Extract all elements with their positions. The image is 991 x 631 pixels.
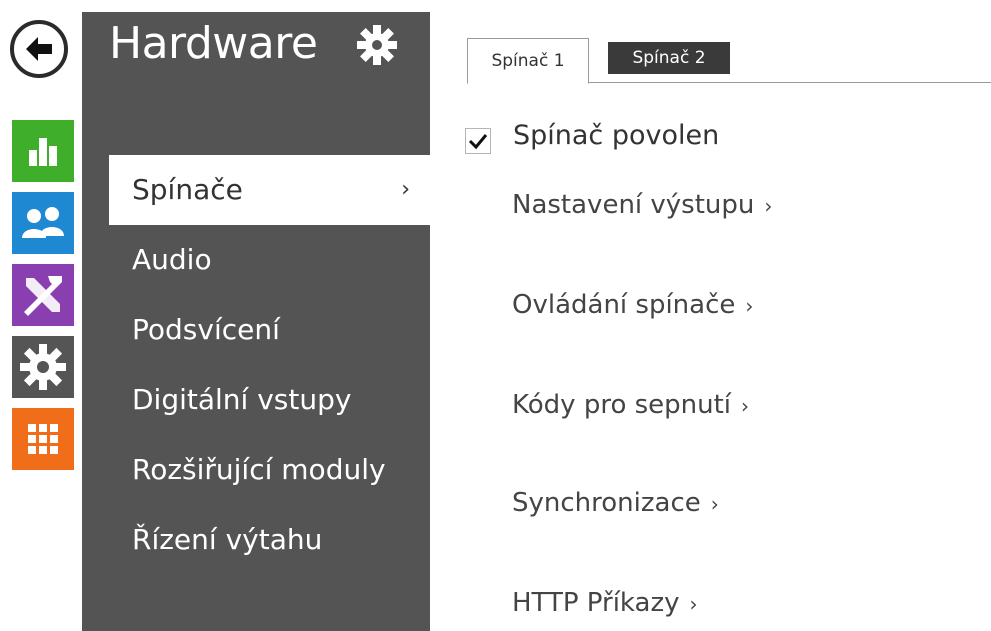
link-ovladani-spinace[interactable]: Ovládání spínače › [512, 290, 753, 320]
tab-spinac-2[interactable]: Spínač 2 [608, 42, 730, 74]
hardware-nav-button[interactable] [12, 264, 74, 326]
menu-item-spinace[interactable]: Spínače › [109, 155, 430, 225]
chevron-right-icon: › [689, 592, 698, 616]
link-synchronizace[interactable]: Synchronizace › [512, 488, 719, 518]
bar-chart-icon [12, 120, 74, 182]
menu-item-rozsirujici-moduly[interactable]: Rozšiřující moduly [82, 435, 430, 505]
chevron-right-icon: › [741, 394, 750, 418]
panel-settings-button[interactable] [354, 22, 400, 72]
menu-item-label: Rozšiřující moduly [132, 453, 386, 486]
hardware-menu-panel: Hardware Spínače › Audio Podsvícení Digi [82, 12, 430, 631]
menu-item-label: Audio [132, 243, 212, 276]
menu-item-label: Podsvícení [132, 313, 280, 346]
checkmark-icon [468, 134, 488, 150]
grid-icon [12, 408, 74, 470]
app-rail [0, 0, 80, 631]
gear-icon [12, 336, 74, 398]
status-nav-button[interactable] [12, 120, 74, 182]
chevron-right-icon: › [401, 177, 410, 202]
link-label: Ovládání spínače [512, 290, 736, 320]
back-button[interactable] [10, 20, 68, 78]
switch-enabled-checkbox[interactable] [465, 128, 491, 154]
switch-enabled-label: Spínač povolen [513, 120, 720, 151]
link-nastaveni-vystupu[interactable]: Nastavení výstupu › [512, 190, 772, 220]
menu-item-label: Spínače [132, 173, 243, 206]
page-title: Hardware [109, 18, 318, 69]
link-http-prikazy[interactable]: HTTP Příkazy › [512, 588, 698, 618]
chevron-right-icon: › [764, 194, 773, 218]
directory-nav-button[interactable] [12, 192, 74, 254]
users-icon [12, 192, 74, 254]
link-label: Nastavení výstupu [512, 190, 755, 220]
link-label: HTTP Příkazy [512, 588, 680, 618]
tools-icon [12, 264, 74, 326]
back-arrow-icon [26, 37, 52, 61]
system-nav-button[interactable] [12, 408, 74, 470]
menu-item-label: Digitální vstupy [132, 383, 352, 416]
menu-item-label: Řízení výtahu [132, 523, 323, 556]
link-kody-pro-sepnuti[interactable]: Kódy pro sepnutí › [512, 390, 749, 420]
chevron-right-icon: › [745, 294, 754, 318]
gear-icon [357, 25, 397, 65]
menu-item-rizeni-vytahu[interactable]: Řízení výtahu [82, 505, 430, 575]
chevron-right-icon: › [710, 492, 719, 516]
link-label: Kódy pro sepnutí [512, 390, 732, 420]
tab-spinac-1[interactable]: Spínač 1 [467, 38, 589, 84]
menu-item-podsviceni[interactable]: Podsvícení [82, 295, 430, 365]
menu-item-digitalni-vstupy[interactable]: Digitální vstupy [82, 365, 430, 435]
services-nav-button[interactable] [12, 336, 74, 398]
menu-item-audio[interactable]: Audio [82, 225, 430, 295]
link-label: Synchronizace [512, 488, 701, 518]
